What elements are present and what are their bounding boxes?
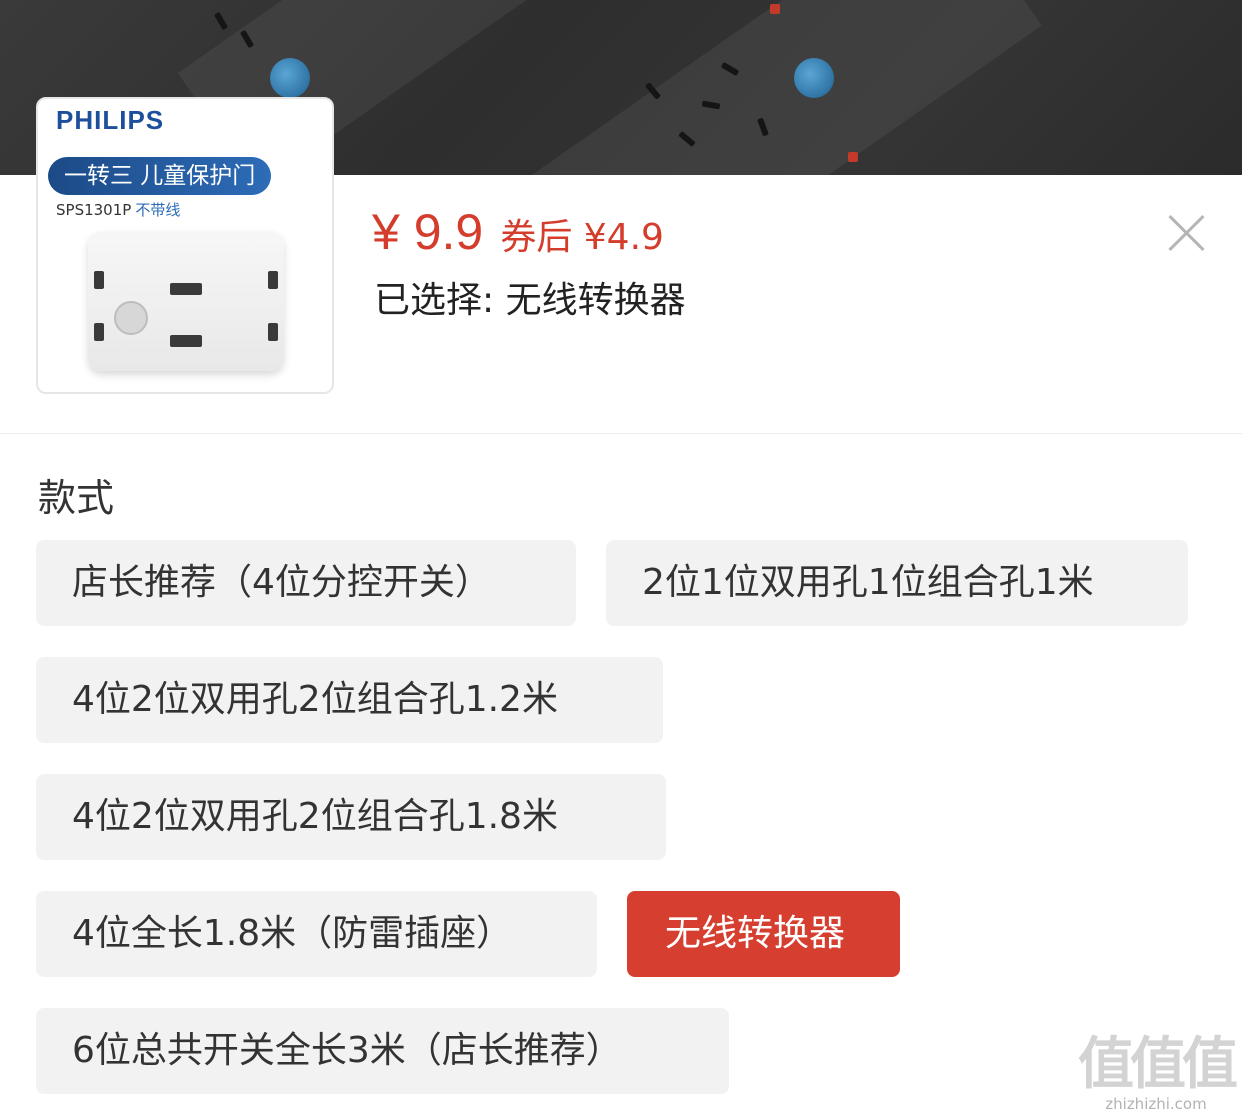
coupon-price: 券后 ¥4.9 <box>500 217 664 258</box>
close-icon[interactable] <box>1166 213 1206 253</box>
watermark: 值值值 zhizhizhi.com <box>1078 1032 1238 1114</box>
brand-logo: PHILIPS <box>56 105 165 135</box>
style-option[interactable]: 2位1位双用孔1位组合孔1米 <box>606 540 1188 626</box>
section-title-style: 款式 <box>38 476 115 520</box>
style-option[interactable]: 4位全长1.8米（防雷插座） <box>36 891 597 977</box>
current-price: ¥ 9.9 <box>372 204 484 260</box>
model-number: SPS1301P <box>56 201 132 219</box>
divider <box>0 433 1242 434</box>
price-row: ¥ 9.9 券后 ¥4.9 <box>372 203 664 261</box>
watermark-logo: 值值值 <box>1078 1032 1238 1097</box>
product-thumbnail[interactable]: PHILIPS 一转三 儿童保护门 SPS1301P 不带线 <box>36 97 334 394</box>
adapter-image <box>88 231 284 371</box>
product-model: SPS1301P 不带线 <box>56 199 180 220</box>
selected-variant: 已选择: 无线转换器 <box>374 280 686 321</box>
model-note: 不带线 <box>135 201 181 219</box>
style-option[interactable]: 店长推荐（4位分控开关） <box>36 540 576 626</box>
style-option[interactable]: 4位2位双用孔2位组合孔1.8米 <box>36 774 666 860</box>
style-option[interactable]: 4位2位双用孔2位组合孔1.2米 <box>36 657 663 743</box>
style-option[interactable]: 6位总共开关全长3米（店长推荐） <box>36 1008 729 1094</box>
watermark-site: zhizhizhi.com <box>1105 1095 1207 1113</box>
product-tagline: 一转三 儿童保护门 <box>48 157 272 195</box>
style-option-selected[interactable]: 无线转换器 <box>627 891 900 977</box>
